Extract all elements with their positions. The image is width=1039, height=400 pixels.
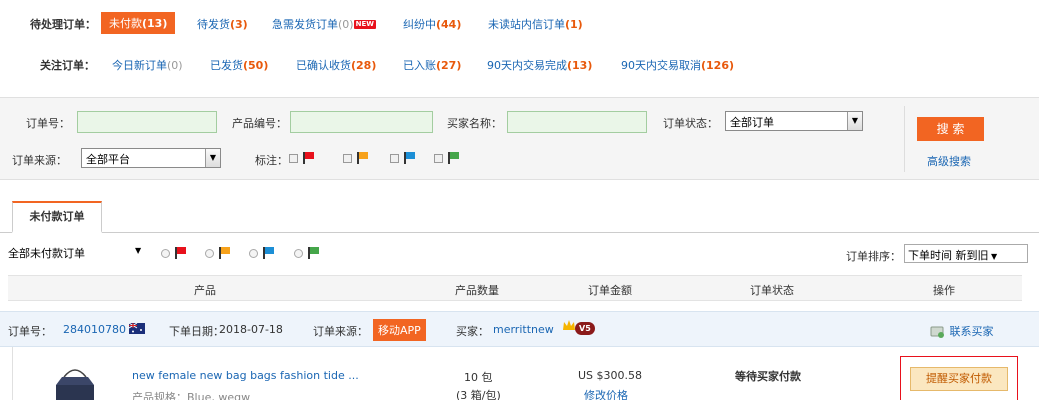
radio[interactable]	[249, 248, 258, 258]
modify-price-link[interactable]: 修改价格	[584, 387, 628, 400]
column-product: 产品	[194, 284, 216, 297]
filter-shipped[interactable]: 已发货(50)	[210, 57, 268, 73]
filter-urgent-shipment[interactable]: 急需发货订单(0) NEW	[272, 16, 376, 32]
unpaid-filter-select[interactable]: 全部未付款订单 ▼	[8, 245, 152, 263]
chevron-down-icon: ▼	[205, 149, 220, 167]
filter-cancelled-90d[interactable]: 90天内交易取消(126)	[621, 57, 734, 73]
filter-unpaid[interactable]: 未付款(13)	[101, 12, 176, 34]
checkbox[interactable]	[289, 153, 298, 163]
checkbox[interactable]	[343, 153, 352, 163]
filter-unread-message[interactable]: 未读站内信订单(1)	[488, 16, 583, 32]
column-quantity: 产品数量	[455, 284, 499, 297]
order-date-value: 2018-07-18	[219, 323, 283, 336]
filter-today-new[interactable]: 今日新订单(0)	[112, 57, 183, 73]
filter-blue-option[interactable]	[249, 246, 274, 259]
column-amount: 订单金额	[588, 284, 632, 297]
green-flag-icon	[307, 247, 319, 259]
row-border	[12, 347, 13, 400]
tab-divider	[0, 232, 1039, 233]
filter-orange-option[interactable]	[205, 246, 230, 259]
filter-credited[interactable]: 已入账(27)	[403, 57, 461, 73]
checkbox[interactable]	[390, 153, 399, 163]
order-no-input[interactable]	[77, 111, 217, 133]
search-button[interactable]: 搜 索	[917, 117, 984, 141]
green-flag-icon	[447, 152, 459, 164]
radio[interactable]	[205, 248, 214, 258]
mark-label: 标注：	[255, 154, 288, 167]
sort-label: 订单排序：	[846, 250, 901, 263]
order-source-label: 订单来源：	[12, 154, 67, 167]
order-source-label: 订单来源：	[313, 325, 368, 338]
buyer-name-label: 买家名称：	[447, 117, 502, 130]
order-no-label: 订单号：	[26, 117, 70, 130]
column-status: 订单状态	[750, 284, 794, 297]
red-flag-icon	[302, 152, 314, 164]
mark-red-option[interactable]	[289, 151, 314, 164]
chevron-down-icon: ▼	[847, 112, 862, 130]
orange-flag-icon	[218, 247, 230, 259]
quantity-sub: (3 箱/包)	[456, 389, 501, 400]
filter-green-option[interactable]	[294, 246, 319, 259]
mark-orange-option[interactable]	[343, 151, 368, 164]
order-status-label: 订单状态：	[663, 117, 718, 130]
crown-icon	[563, 320, 575, 330]
order-row: new female new bag bags fashion tide ...…	[0, 347, 1039, 400]
radio[interactable]	[294, 248, 303, 258]
watch-orders-title: 关注订单：	[40, 59, 95, 72]
divider	[904, 106, 905, 172]
product-no-label: 产品编号：	[232, 117, 287, 130]
order-status-value: 等待买家付款	[735, 370, 801, 383]
product-spec: 产品规格：Blue, wegw	[132, 391, 251, 400]
order-date-label: 下单日期：	[169, 325, 224, 338]
australia-flag-icon	[129, 323, 145, 334]
chevron-down-icon: ▼	[988, 252, 998, 261]
blue-flag-icon	[403, 152, 415, 164]
mark-blue-option[interactable]	[390, 151, 415, 164]
remind-buyer-pay-button[interactable]: 提醒买家付款	[910, 367, 1008, 391]
filter-completed-90d[interactable]: 90天内交易完成(13)	[487, 57, 592, 73]
order-status-select[interactable]: 全部订单 ▼	[725, 111, 863, 131]
blue-flag-icon	[262, 247, 274, 259]
pending-orders-title: 待处理订单：	[30, 18, 96, 31]
chevron-down-icon: ▼	[135, 246, 142, 255]
column-actions: 操作	[933, 284, 955, 297]
contact-buyer-link[interactable]: 联系买家	[930, 323, 994, 339]
filter-awaiting-shipment[interactable]: 待发货(3)	[197, 16, 248, 32]
order-source-badge: 移动APP	[373, 319, 426, 341]
orange-flag-icon	[356, 152, 368, 164]
red-flag-icon	[174, 247, 186, 259]
radio[interactable]	[161, 248, 170, 258]
filter-confirmed[interactable]: 已确认收货(28)	[296, 57, 376, 73]
amount-value: US $300.58	[578, 369, 643, 382]
new-badge: NEW	[353, 20, 376, 29]
mark-green-option[interactable]	[434, 151, 459, 164]
filter-red-option[interactable]	[161, 246, 186, 259]
buyer-name-input[interactable]	[507, 111, 647, 133]
order-no-label: 订单号：	[8, 325, 52, 338]
checkbox[interactable]	[434, 153, 443, 163]
product-title-link[interactable]: new female new bag bags fashion tide ...	[132, 369, 359, 382]
order-source-select[interactable]: 全部平台 ▼	[81, 148, 221, 168]
sort-select[interactable]: 下单时间 新到旧 ▼	[904, 244, 1028, 263]
product-no-input[interactable]	[290, 111, 433, 133]
filter-dispute[interactable]: 纠纷中(44)	[403, 16, 461, 32]
buyer-name-link[interactable]: merrittnew	[493, 323, 554, 336]
buyer-level-badge: V5	[575, 322, 595, 335]
product-thumbnail[interactable]	[50, 363, 100, 400]
table-header: 产品 产品数量 订单金额 订单状态 操作	[8, 275, 1022, 301]
message-icon	[930, 326, 944, 338]
tab-unpaid-orders[interactable]: 未付款订单	[12, 201, 102, 233]
advanced-search-link[interactable]: 高级搜索	[927, 153, 971, 169]
quantity-value: 10 包	[464, 371, 493, 384]
search-panel: 订单号： 产品编号： 买家名称： 订单状态： 全部订单 ▼ 订单来源： 全部平台 ▼…	[0, 97, 1039, 180]
order-no-link[interactable]: 284010780	[63, 323, 126, 336]
order-header: 订单号： 284010780 下单日期： 2018-07-18 订单来源： 移动…	[0, 311, 1039, 347]
buyer-label: 买家：	[456, 325, 489, 338]
